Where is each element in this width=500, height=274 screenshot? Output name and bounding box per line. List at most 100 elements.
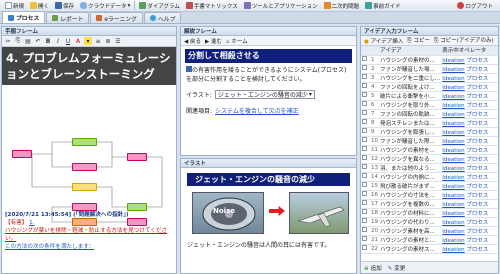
tab-report[interactable]: レポート: [46, 12, 90, 23]
ideation-link[interactable]: Ideation: [442, 58, 464, 64]
new-button[interactable]: 新規: [2, 0, 27, 11]
insert-idea-button[interactable]: ● アイデア挿入: [364, 37, 403, 45]
row-checkbox[interactable]: [362, 92, 367, 97]
ideation-link[interactable]: Ideation: [442, 112, 464, 118]
ideation-link[interactable]: Ideation: [442, 184, 464, 190]
ideation-link[interactable]: Ideation: [442, 148, 464, 154]
ideation-link[interactable]: Ideation: [442, 67, 464, 73]
column-header-operator[interactable]: 表示中オペレータ: [441, 46, 498, 56]
idea-row[interactable]: 16 ハウジングの寸法を... Ideation プロセス: [361, 190, 498, 200]
row-checkbox[interactable]: [362, 83, 367, 88]
idea-row[interactable]: 1 ハウジングの素材の... Ideation プロセス: [361, 55, 498, 65]
home-button[interactable]: ⌂ ホーム: [226, 37, 248, 45]
column-header-idea[interactable]: アイデア: [379, 46, 442, 56]
row-checkbox[interactable]: [362, 191, 367, 196]
row-checkbox[interactable]: [362, 245, 367, 250]
copy-icon[interactable]: ⎘: [14, 37, 22, 45]
idea-row[interactable]: 13 羽、または他のよう... Ideation プロセス: [361, 163, 498, 173]
row-checkbox[interactable]: [362, 236, 367, 241]
row-checkbox[interactable]: [362, 119, 367, 124]
edit-button[interactable]: ✎ 変更: [388, 264, 406, 272]
font-color-icon[interactable]: A: [74, 37, 82, 45]
row-checkbox[interactable]: [362, 101, 367, 106]
undo-icon[interactable]: ↶: [34, 37, 42, 45]
tab-process[interactable]: プロセス: [2, 11, 46, 23]
ideation-link[interactable]: Ideation: [442, 130, 464, 136]
note-number[interactable]: 1.: [29, 220, 34, 226]
row-checkbox[interactable]: [362, 173, 367, 178]
idea-row[interactable]: 14 ハウジングの内側に... Ideation プロセス: [361, 172, 498, 182]
cloud-data-button[interactable]: クラウドデータ ▾: [77, 0, 133, 11]
row-checkbox[interactable]: [362, 155, 367, 160]
diagram-node[interactable]: [72, 183, 97, 191]
row-checkbox[interactable]: [362, 218, 367, 223]
diagram-button[interactable]: ダイアグラム: [136, 0, 183, 11]
copy-button[interactable]: ⎘ コピー: [407, 36, 430, 45]
align-center-icon[interactable]: ≣: [104, 37, 112, 45]
save-button[interactable]: 保存: [52, 0, 77, 11]
row-checkbox[interactable]: [362, 110, 367, 115]
idea-row[interactable]: 4 ファンの回転をよけ... Ideation プロセス: [361, 82, 498, 92]
illustration-select[interactable]: ジェット・エンジンの騒音の減少 ▾: [214, 90, 315, 99]
ideation-link[interactable]: Ideation: [442, 175, 464, 181]
idea-row[interactable]: 11 ハウジングの素材を... Ideation プロセス: [361, 145, 498, 155]
ideation-link[interactable]: Ideation: [442, 247, 464, 253]
ideation-link[interactable]: Ideation: [442, 139, 464, 145]
cut-icon[interactable]: ✂: [4, 37, 12, 45]
row-checkbox[interactable]: [362, 200, 367, 205]
underline-icon[interactable]: U: [64, 37, 72, 45]
ideation-link[interactable]: Ideation: [442, 94, 464, 100]
ideation-link[interactable]: Ideation: [442, 85, 464, 91]
row-checkbox[interactable]: [362, 56, 367, 61]
idea-row[interactable]: 9 ハウジングを膨張し... Ideation プロセス: [361, 127, 498, 137]
idea-row[interactable]: 10 ファンが騒音した際... Ideation プロセス: [361, 136, 498, 146]
idea-row[interactable]: 17 ハウジングを複数の... Ideation プロセス: [361, 199, 498, 209]
italic-icon[interactable]: I: [54, 37, 62, 45]
ideation-link[interactable]: Ideation: [442, 193, 464, 199]
row-checkbox[interactable]: [362, 137, 367, 142]
idea-row[interactable]: 3 ハウジングを二重にし... Ideation プロセス: [361, 73, 498, 83]
idea-row[interactable]: 18 ハウジングの材料に... Ideation プロセス: [361, 208, 498, 218]
idea-row[interactable]: 8 発泡スチレンまたは... Ideation プロセス: [361, 118, 498, 128]
bold-icon[interactable]: B: [44, 37, 52, 45]
idea-row[interactable]: 12 ハウジングを異なる... Ideation プロセス: [361, 154, 498, 164]
ideation-link[interactable]: Ideation: [442, 157, 464, 163]
ideation-link[interactable]: Ideation: [442, 238, 464, 244]
idea-row[interactable]: 15 飛び散る破片がまず... Ideation プロセス: [361, 181, 498, 191]
list-icon[interactable]: ☰: [114, 37, 122, 45]
logout-button[interactable]: ログアウト: [454, 0, 496, 11]
row-checkbox[interactable]: [362, 146, 367, 151]
ideation-link[interactable]: Ideation: [442, 211, 464, 217]
guide-button[interactable]: 事前ガイド: [362, 0, 404, 11]
idea-row[interactable]: 20 ハウジング素材を高... Ideation プロセス: [361, 226, 498, 236]
tab-help[interactable]: ヘルプ: [143, 12, 182, 23]
copy-ideas-only-button[interactable]: ⎘ コピー(アイデアのみ): [434, 36, 494, 45]
open-button[interactable]: 開く: [27, 0, 52, 11]
idea-row[interactable]: 2 ファンが騒音した場... Ideation プロセス: [361, 64, 498, 74]
diagram-node[interactable]: [12, 150, 32, 158]
ideation-link[interactable]: Ideation: [442, 121, 464, 127]
row-checkbox[interactable]: [362, 128, 367, 133]
row-checkbox[interactable]: [362, 65, 367, 70]
idea-row[interactable]: 6 ハウジングを取り外... Ideation プロセス: [361, 100, 498, 110]
diagram-node[interactable]: [72, 138, 97, 146]
row-checkbox[interactable]: [362, 227, 367, 232]
idea-row[interactable]: 22 ハウジングの素材ス... Ideation プロセス: [361, 244, 498, 254]
paste-icon[interactable]: ▤: [24, 37, 32, 45]
row-checkbox[interactable]: [362, 164, 367, 169]
add-button[interactable]: ⊕ 追加: [364, 264, 382, 272]
back-button[interactable]: ◀ 戻る: [184, 37, 201, 45]
ideation-link[interactable]: Ideation: [442, 229, 464, 235]
idea-row[interactable]: 5 破片による衝撃を小... Ideation プロセス: [361, 91, 498, 101]
ideation-link[interactable]: Ideation: [442, 220, 464, 226]
diagram-node[interactable]: [127, 153, 147, 161]
row-checkbox[interactable]: [362, 182, 367, 187]
row-checkbox[interactable]: [362, 74, 367, 79]
matrix-button[interactable]: 手書マトリックス: [183, 0, 241, 11]
idea-row[interactable]: 7 ファンの回転の軌跡... Ideation プロセス: [361, 109, 498, 119]
ideation-link[interactable]: Ideation: [442, 103, 464, 109]
row-checkbox[interactable]: [362, 209, 367, 214]
tools-apps-button[interactable]: ツールとアプリケーション: [241, 0, 321, 11]
forward-button[interactable]: ▶ 進む: [205, 37, 222, 45]
diagram-node[interactable]: [127, 203, 147, 211]
